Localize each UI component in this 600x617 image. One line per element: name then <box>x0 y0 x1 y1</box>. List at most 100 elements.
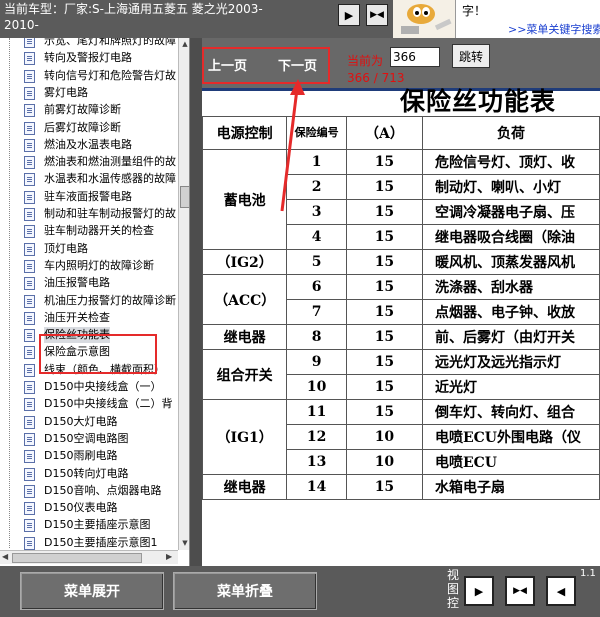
amp-cell: 15 <box>345 174 423 200</box>
load-cell: 暖风机、顶蒸发器风机 <box>421 249 600 275</box>
fuse-number-cell: 7 <box>286 299 347 325</box>
tree-item-label: D150大灯电路 <box>44 414 118 428</box>
tree-item[interactable]: 雾灯电路 <box>0 84 178 102</box>
fuse-number-cell: 14 <box>286 474 347 500</box>
amp-cell: 10 <box>345 424 423 450</box>
tree-item[interactable]: 机油压力报警灯的故障诊断 <box>0 292 178 310</box>
fuse-number-cell: 5 <box>286 249 347 275</box>
tree-item[interactable]: 驻车液面报警电路 <box>0 188 178 206</box>
tree-item[interactable]: 燃油及水温表电路 <box>0 136 178 154</box>
tree-hscroll-thumb[interactable] <box>12 553 142 563</box>
tree-item[interactable]: D150仪表电路 <box>0 499 178 517</box>
document-icon <box>24 121 35 135</box>
scroll-down-icon[interactable]: ▼ <box>180 538 189 548</box>
document-icon <box>24 38 35 48</box>
document-icon <box>24 190 35 204</box>
amp-cell: 15 <box>345 324 423 350</box>
document-icon <box>24 329 35 343</box>
tree-item[interactable]: 制动和驻车制动报警灯的故 <box>0 205 178 223</box>
tree-item[interactable]: D150音响、点烟器电路 <box>0 482 178 500</box>
power-source-cell: （IG1） <box>202 399 288 475</box>
nav-split-button[interactable]: ▶◀ <box>366 4 388 26</box>
play-icon: ▶ <box>344 8 354 22</box>
tree-item[interactable]: D150主要插座示意图1 <box>0 534 178 552</box>
tree-item[interactable]: D150雨刷电路 <box>0 447 178 465</box>
table-row: （IG2） 5 15 暖风机、顶蒸发器风机 <box>202 249 600 275</box>
pane-splitter[interactable] <box>190 38 202 566</box>
page-number-input[interactable] <box>390 47 440 67</box>
tree-item[interactable]: 驻车制动器开关的检查 <box>0 222 178 240</box>
scroll-up-icon[interactable]: ▲ <box>180 39 189 49</box>
table-row: （IG1） 11 15 倒车灯、转向灯、组合 <box>202 399 600 475</box>
fuse-number-cell: 6 <box>286 274 347 300</box>
tree-item-label: D150主要插座示意图 <box>44 518 151 532</box>
tree-scroll-thumb[interactable] <box>180 186 189 208</box>
view-prev-button[interactable]: ◀ <box>546 576 576 606</box>
amp-header: （A） <box>345 116 423 150</box>
table-row: （ACC） 6 15 洗涤器、刮水器 <box>202 274 600 325</box>
power-source-cell: （ACC） <box>202 274 288 325</box>
page-count-text: 366 / 713 <box>347 71 405 85</box>
tree-item[interactable]: D150中央接线盒（二）背 <box>0 395 178 413</box>
tree-item[interactable]: 后雾灯故障诊断 <box>0 119 178 137</box>
tree-item[interactable]: 示宽、尾灯和牌照灯的故障 <box>0 38 178 50</box>
bottom-bar: 菜单展开 菜单折叠 视图控 ▶ ▶◀ ◀ 1.1 <box>0 566 600 617</box>
tree-item[interactable]: 油压报警电路 <box>0 274 178 292</box>
power-source-cell: 继电器 <box>202 324 288 350</box>
tree-item[interactable]: 转向及警报灯电路 <box>0 49 178 67</box>
split-arrows-icon: ▶◀ <box>370 10 384 20</box>
tree-item[interactable]: 顶灯电路 <box>0 240 178 258</box>
document-icon <box>24 173 35 187</box>
tree-item[interactable]: 油压开关检查 <box>0 309 178 327</box>
top-header: 当前车型：厂家:S-上海通用五菱五 菱之光2003-2010- ▶ ▶◀ 字！ … <box>0 0 600 38</box>
tree-item[interactable]: D150大灯电路 <box>0 413 178 431</box>
search-panel: 字！ >>菜单关键字搜索 <box>455 0 600 38</box>
tree-horizontal-scrollbar[interactable]: ◀ ▶ <box>0 550 178 564</box>
menu-keyword-search-link[interactable]: >>菜单关键字搜索 <box>508 21 600 37</box>
scroll-right-icon[interactable]: ▶ <box>166 552 172 561</box>
view-split-button[interactable]: ▶◀ <box>505 576 535 606</box>
tree-item[interactable]: D150空调电路图 <box>0 430 178 448</box>
jump-button[interactable]: 跳转 <box>452 44 490 68</box>
tree-item[interactable]: 燃油表和燃油测量组件的故 <box>0 153 178 171</box>
tree-item[interactable]: D150主要插座示意图 <box>0 516 178 534</box>
tree-item[interactable]: 前雾灯故障诊断 <box>0 101 178 119</box>
tree-item[interactable]: 水温表和水温传感器的故障 <box>0 170 178 188</box>
tree-vertical-scrollbar[interactable]: ▲ ▼ <box>178 38 189 550</box>
menu-tree: 示宽、尾灯和牌照灯的故障转向及警报灯电路 转向信号灯和危险警告灯故 雾灯电路 前雾灯故… <box>0 38 190 566</box>
nav-next-button[interactable]: ▶ <box>338 4 360 26</box>
version-text: 1.1 <box>580 568 596 579</box>
load-cell: 空调冷凝器电子扇、压 <box>421 199 600 225</box>
menu-expand-button[interactable]: 菜单展开 <box>20 572 164 610</box>
document-icon <box>24 86 35 100</box>
tree-item[interactable]: D150转向灯电路 <box>0 465 178 483</box>
document-icon <box>24 138 35 152</box>
tree-item-label: 示宽、尾灯和牌照灯的故障 <box>44 38 176 47</box>
tree-item[interactable]: 车内照明灯的故障诊断 <box>0 257 178 275</box>
fuse-number-cell: 9 <box>286 349 347 375</box>
tree-item-label: D150中央接线盒（一） <box>44 380 162 393</box>
document-title: 保险丝功能表 <box>400 87 557 116</box>
load-cell: 电喷ECU外围电路（仪 <box>421 424 600 450</box>
menu-collapse-button[interactable]: 菜单折叠 <box>173 572 317 610</box>
document-icon <box>24 69 35 83</box>
amp-cell: 15 <box>345 349 423 375</box>
document-icon <box>24 398 35 412</box>
view-next-button[interactable]: ▶ <box>464 576 494 606</box>
tree-item[interactable]: 转向信号灯和危险警告灯故 <box>0 67 178 85</box>
load-cell: 倒车灯、转向灯、组合 <box>421 399 600 425</box>
scroll-left-icon[interactable]: ◀ <box>2 552 8 561</box>
table-row: 继电器 14 15 水箱电子扇 <box>202 474 600 500</box>
tree-item-label: 驻车液面报警电路 <box>44 189 132 203</box>
document-icon <box>24 519 35 533</box>
power-source-cell: 继电器 <box>202 474 288 500</box>
mascot-logo-icon <box>393 0 455 38</box>
fuse-number-cell: 10 <box>286 374 347 400</box>
tree-item-label: 前雾灯故障诊断 <box>44 103 121 117</box>
tree-item-label: 燃油表和燃油测量组件的故 <box>44 155 176 169</box>
table-row: 组合开关 9 15 远光灯及远光指示灯 <box>202 349 600 400</box>
load-header: 负荷 <box>421 116 600 150</box>
tree-item-label: D150音响、点烟器电路 <box>44 483 162 497</box>
tree-item[interactable]: D150中央接线盒（一） <box>0 378 178 396</box>
document-icon <box>24 104 35 118</box>
